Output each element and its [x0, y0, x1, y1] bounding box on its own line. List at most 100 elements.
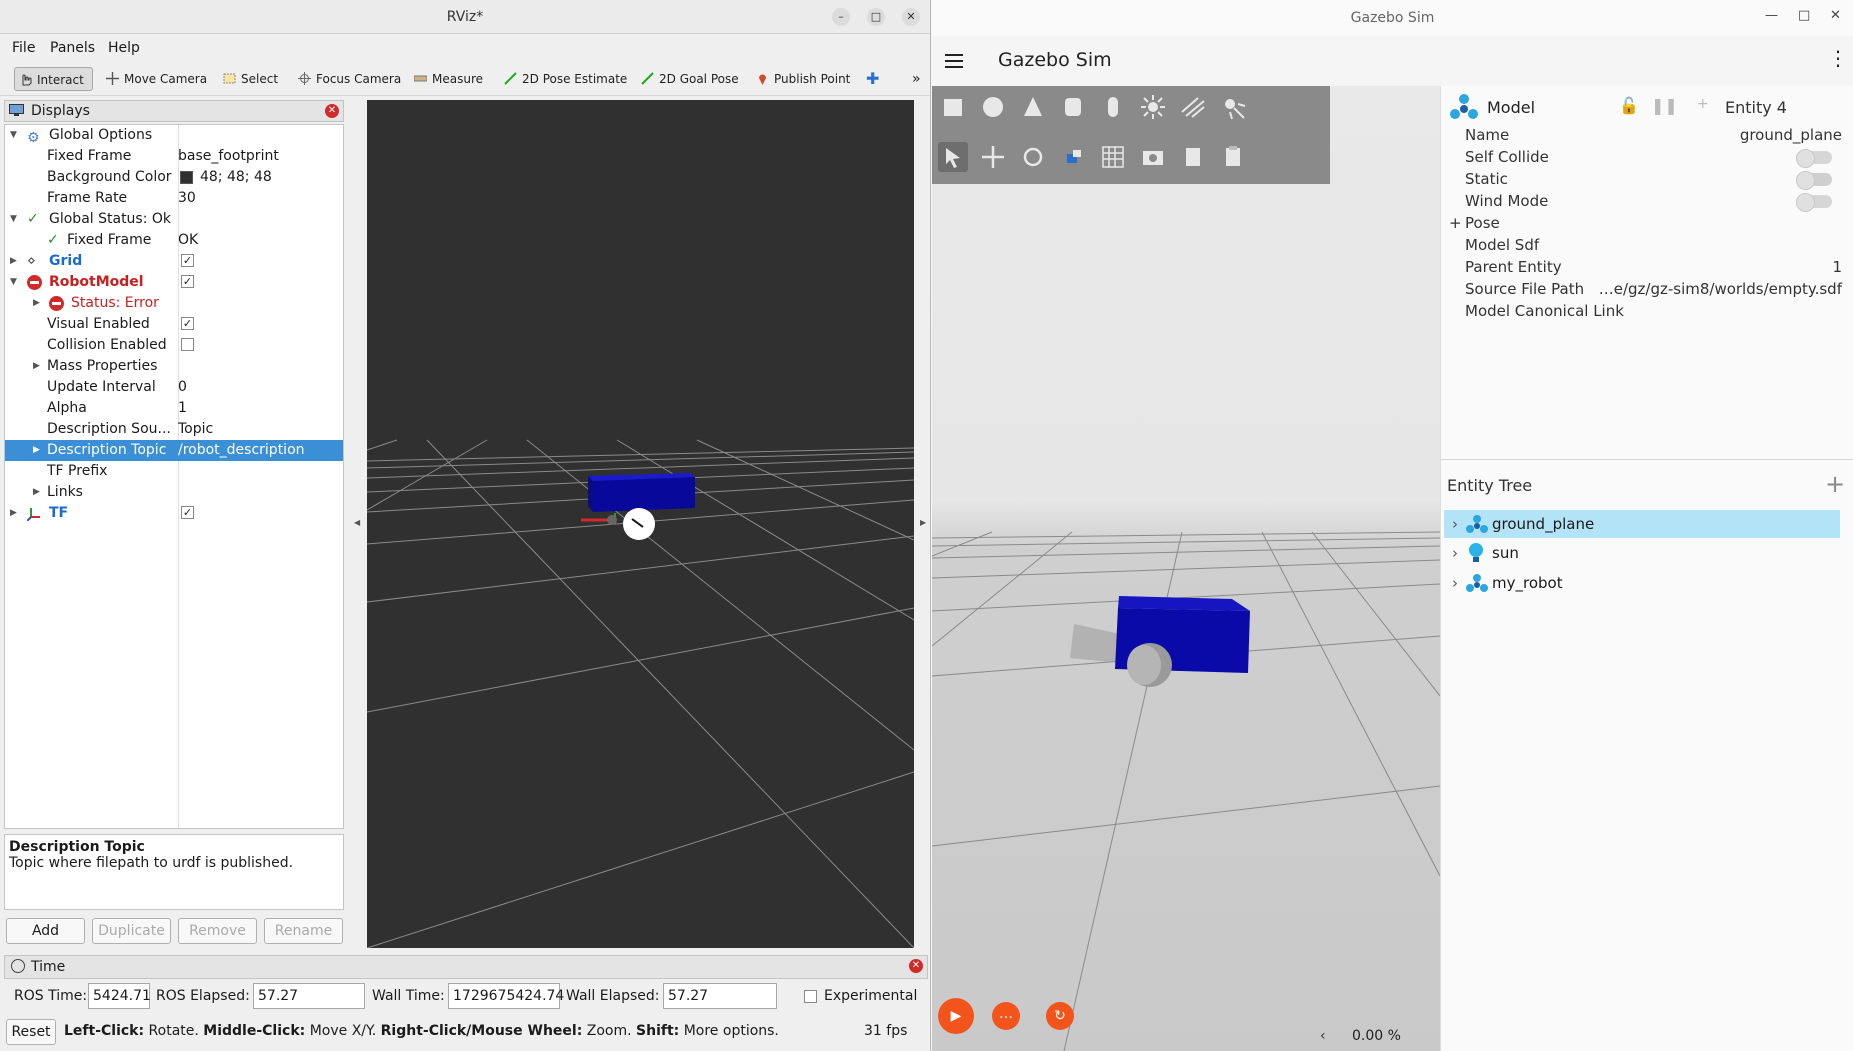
tree-row-global-options[interactable]: ▼ ⚙ Global Options: [5, 125, 343, 146]
wind-mode-toggle[interactable]: [1796, 193, 1832, 212]
tree-row-grid[interactable]: ▶ ⋄ Grid ✓: [5, 251, 343, 272]
maximize-icon[interactable]: □: [1798, 8, 1810, 23]
rotate-icon[interactable]: [1018, 142, 1048, 172]
add-entity-icon[interactable]: +: [1825, 470, 1845, 498]
entity-row-sun[interactable]: › sun: [1444, 539, 1840, 567]
expand-chevron-icon[interactable]: ›: [1452, 569, 1458, 597]
capsule-shape-icon[interactable]: [1098, 92, 1128, 122]
duplicate-button[interactable]: Duplicate: [92, 918, 171, 944]
tree-value[interactable]: base_footprint: [178, 146, 279, 167]
collapse-stats-icon[interactable]: ‹: [1320, 1028, 1326, 1044]
tree-row-update-interval[interactable]: Update Interval 0: [5, 377, 343, 398]
pause-updates-icon[interactable]: ❚❚: [1651, 96, 1678, 115]
add-tool-icon[interactable]: ✚: [866, 67, 879, 91]
tree-row-collision-enabled[interactable]: Collision Enabled: [5, 335, 343, 356]
transform-control-icon[interactable]: [1058, 142, 1088, 172]
close-icon[interactable]: ✕: [1830, 8, 1841, 23]
tool-publish-point[interactable]: Publish Point: [752, 67, 850, 91]
tree-row-description-topic[interactable]: ▶ Description Topic /robot_description: [5, 440, 343, 461]
entity-row-ground-plane[interactable]: › ground_plane: [1444, 510, 1840, 538]
grid-snap-icon[interactable]: [1098, 142, 1128, 172]
more-options-icon[interactable]: ⋮: [1828, 46, 1848, 70]
experimental-checkbox[interactable]: [804, 990, 817, 1003]
box-shape-icon[interactable]: [938, 92, 968, 122]
rename-button[interactable]: Rename: [264, 918, 343, 944]
screenshot-camera-icon[interactable]: [1138, 142, 1168, 172]
close-panel-icon[interactable]: ✕: [909, 959, 923, 973]
tool-select[interactable]: Select: [219, 67, 278, 91]
entity-row-my-robot[interactable]: › my_robot: [1444, 569, 1840, 597]
left-splitter-handle[interactable]: ◀: [352, 100, 360, 948]
play-button[interactable]: ▶: [938, 998, 974, 1034]
collision-enabled-checkbox[interactable]: [181, 335, 194, 356]
expand-right-icon[interactable]: ▶: [33, 440, 43, 461]
ros-elapsed-field[interactable]: 57.27: [253, 983, 365, 1009]
expand-right-icon[interactable]: ▶: [10, 503, 20, 524]
expand-right-icon[interactable]: ▶: [33, 482, 43, 503]
expand-down-icon[interactable]: ▼: [10, 125, 20, 146]
reset-simulation-button[interactable]: ↻: [1046, 1002, 1074, 1030]
minimize-icon[interactable]: –: [832, 8, 850, 26]
tree-row-status-fixed-frame[interactable]: ✓ Fixed Frame OK: [5, 230, 343, 251]
expand-down-icon[interactable]: ▼: [10, 209, 20, 230]
tree-row-mass-properties[interactable]: ▶ Mass Properties: [5, 356, 343, 377]
right-splitter-handle[interactable]: ▶: [918, 100, 926, 948]
point-light-icon[interactable]: [1138, 92, 1168, 122]
expand-chevron-icon[interactable]: ›: [1452, 510, 1458, 538]
expand-right-icon[interactable]: ▶: [33, 356, 43, 377]
remove-button[interactable]: Remove: [178, 918, 257, 944]
tree-value[interactable]: 0: [178, 377, 187, 398]
static-toggle[interactable]: [1796, 171, 1832, 190]
menu-help[interactable]: Help: [108, 40, 140, 56]
tree-row-alpha[interactable]: Alpha 1: [5, 398, 343, 419]
tree-row-tf-prefix[interactable]: TF Prefix: [5, 461, 343, 482]
tree-row-background-color[interactable]: Background Color 48; 48; 48: [5, 167, 343, 188]
tree-value[interactable]: 48; 48; 48: [200, 167, 272, 188]
tool-2d-pose-estimate[interactable]: 2D Pose Estimate: [500, 67, 627, 91]
cylinder-shape-icon[interactable]: [1058, 92, 1088, 122]
tree-row-description-source[interactable]: Description Sou... Topic: [5, 419, 343, 440]
maximize-icon[interactable]: □: [867, 8, 885, 26]
lock-icon[interactable]: 🔓: [1619, 96, 1639, 115]
close-panel-icon[interactable]: ✕: [325, 104, 339, 118]
tool-focus-camera[interactable]: Focus Camera: [294, 67, 401, 91]
directional-light-icon[interactable]: [1178, 92, 1208, 122]
visual-enabled-checkbox[interactable]: ✓: [181, 314, 194, 335]
tree-value[interactable]: 30: [178, 188, 196, 209]
copy-icon[interactable]: [1178, 142, 1208, 172]
tool-measure[interactable]: Measure: [410, 67, 483, 91]
expand-chevron-icon[interactable]: ›: [1452, 539, 1458, 567]
ros-time-field[interactable]: 5424.71: [88, 983, 151, 1009]
menu-file[interactable]: File: [12, 40, 35, 56]
tool-interact[interactable]: Interact: [14, 67, 93, 91]
hamburger-menu-icon[interactable]: [945, 53, 963, 69]
tree-row-global-status[interactable]: ▼ ✓ Global Status: Ok: [5, 209, 343, 230]
paste-icon[interactable]: [1218, 142, 1248, 172]
tree-value[interactable]: /robot_description: [178, 440, 305, 461]
tool-move-camera[interactable]: Move Camera: [102, 67, 207, 91]
select-arrow-icon[interactable]: [938, 142, 968, 172]
expand-right-icon[interactable]: ▶: [33, 293, 43, 314]
tree-value[interactable]: 1: [178, 398, 187, 419]
tree-row-fixed-frame[interactable]: Fixed Frame base_footprint: [5, 146, 343, 167]
cone-shape-icon[interactable]: [1018, 92, 1048, 122]
tree-value[interactable]: Topic: [178, 419, 213, 440]
tree-row-links[interactable]: ▶ Links: [5, 482, 343, 503]
enabled-checkbox[interactable]: ✓: [181, 272, 194, 293]
tree-row-frame-rate[interactable]: Frame Rate 30: [5, 188, 343, 209]
toolbar-overflow-icon[interactable]: »: [912, 67, 921, 91]
add-button[interactable]: Add: [6, 918, 85, 944]
rviz-3d-viewport[interactable]: [366, 100, 915, 949]
enabled-checkbox[interactable]: ✓: [181, 251, 194, 272]
tree-row-visual-enabled[interactable]: Visual Enabled ✓: [5, 314, 343, 335]
step-button[interactable]: …: [992, 1002, 1020, 1030]
wall-elapsed-field[interactable]: 57.27: [663, 983, 777, 1009]
color-swatch[interactable]: [180, 171, 193, 184]
add-component-icon[interactable]: +: [1697, 96, 1709, 112]
expand-down-icon[interactable]: ▼: [10, 272, 20, 293]
spot-light-icon[interactable]: [1218, 92, 1248, 122]
gazebo-3d-scene[interactable]: ▶ … ↻ ‹ 0.00 %: [932, 86, 1440, 1051]
tree-row-tf[interactable]: ▶ TF ✓: [5, 503, 343, 524]
tree-row-status-error[interactable]: ▶ Status: Error: [5, 293, 343, 314]
minimize-icon[interactable]: —: [1765, 8, 1778, 23]
